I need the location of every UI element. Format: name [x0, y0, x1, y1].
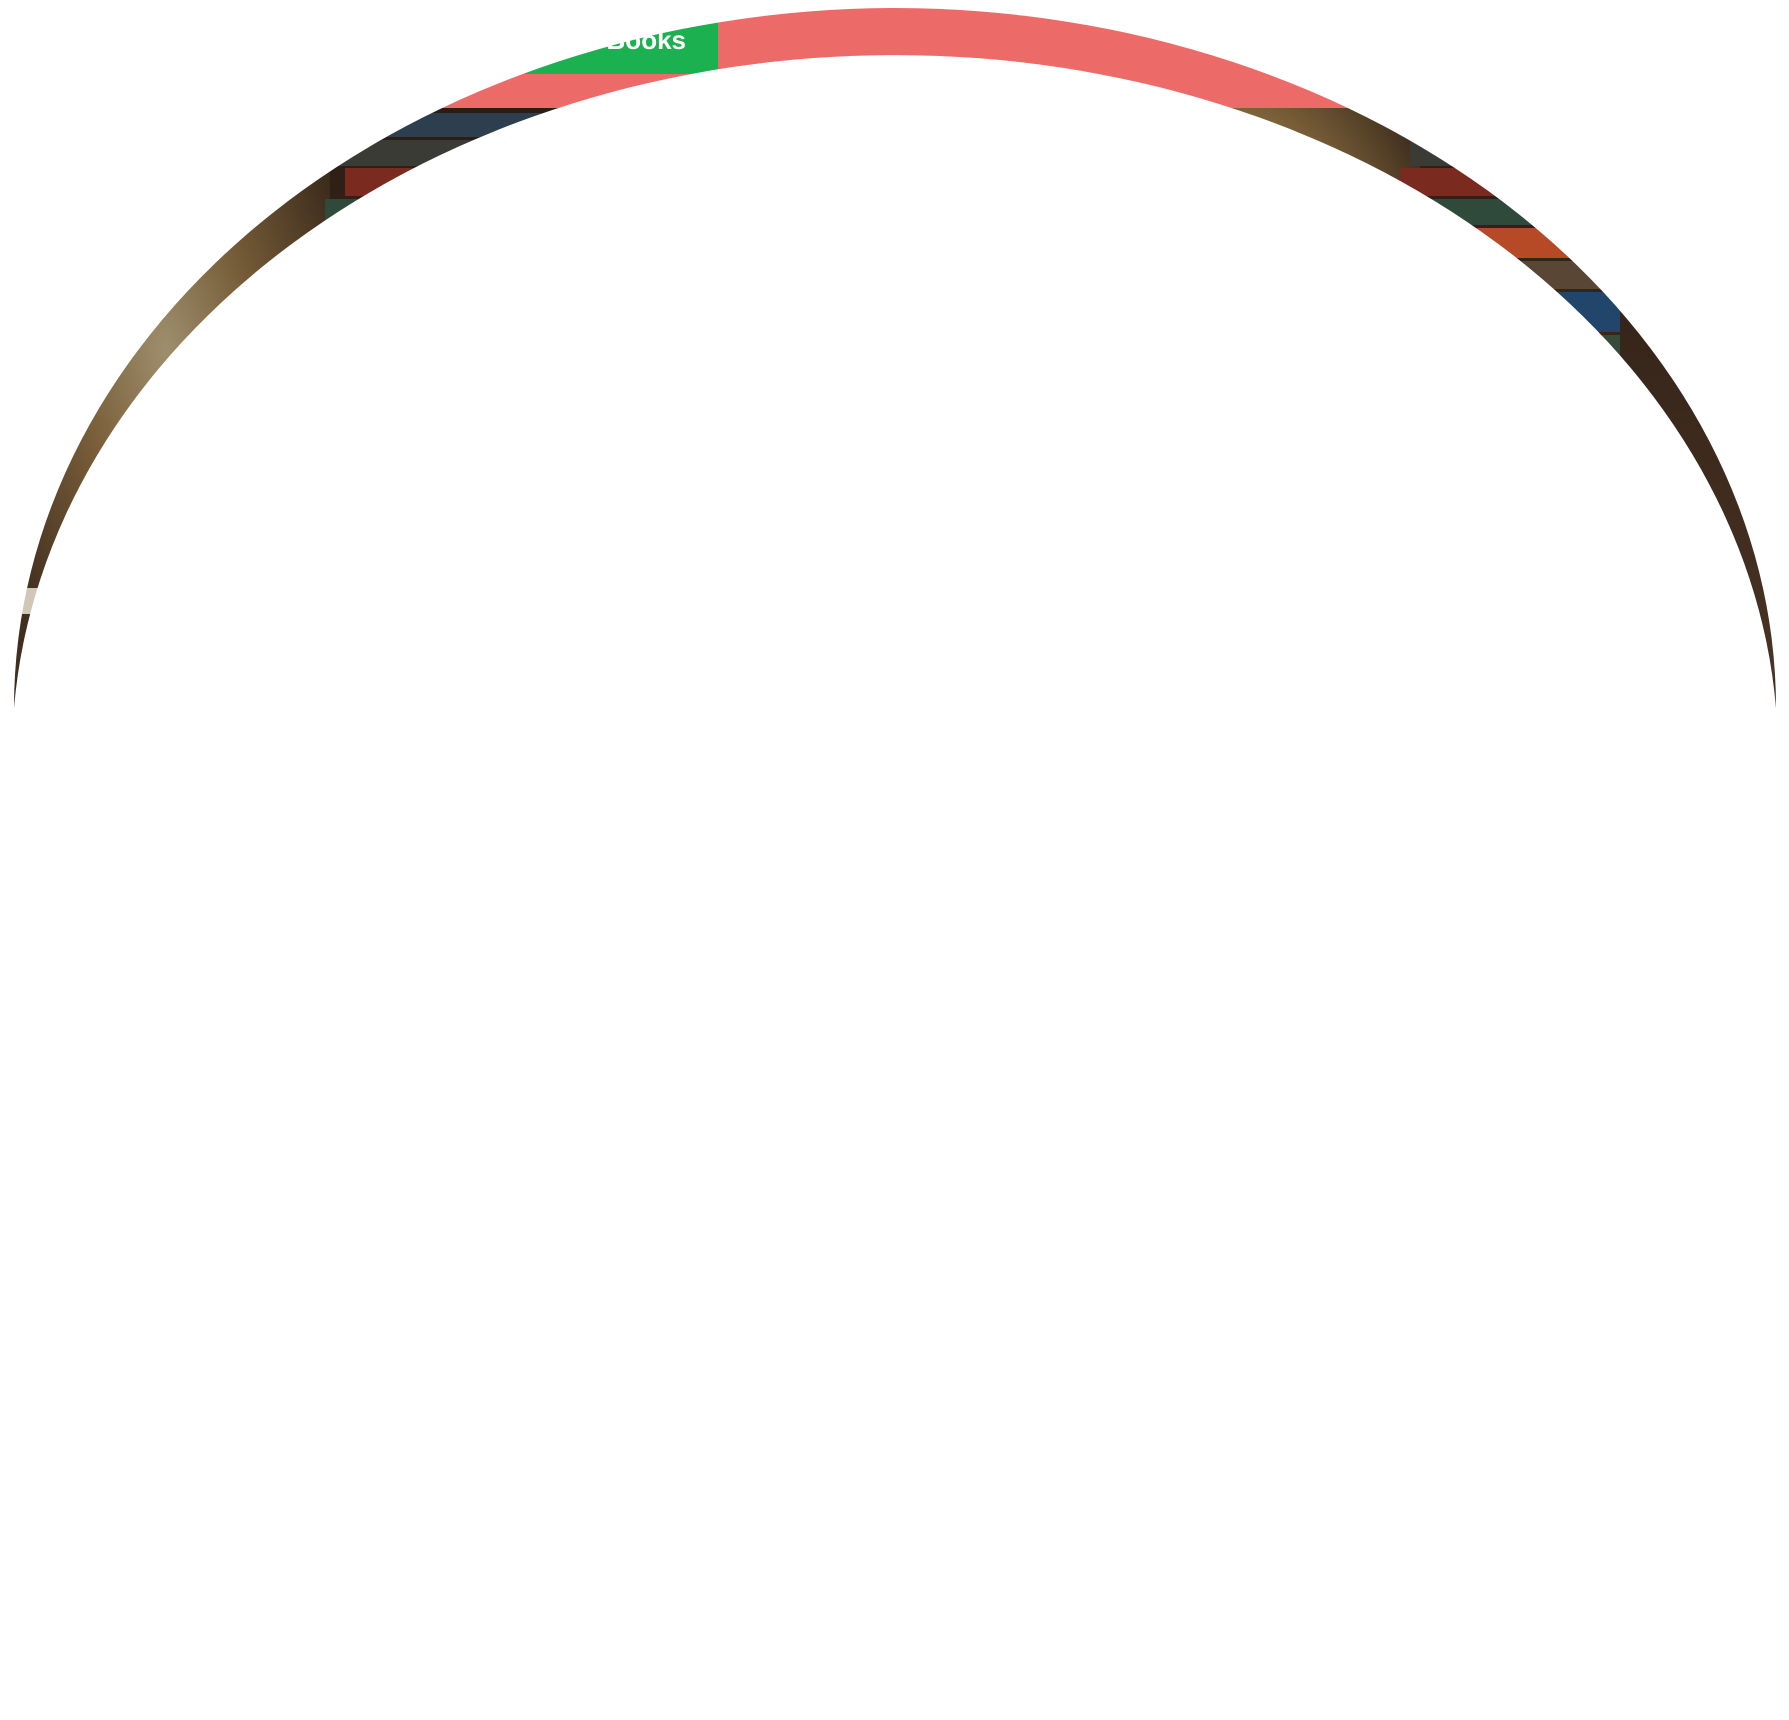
cover-author-fragment: ES [126, 1300, 160, 1331]
cover-title-line4: DISON [12, 1105, 143, 1141]
top-navbar: Books [0, 0, 1789, 108]
view-book-button[interactable]: View Book [292, 1410, 490, 1486]
cover-title-line3: OF [32, 1071, 88, 1107]
hero-banner: Have a look at your favorite books. [0, 108, 1789, 708]
hero-headline: Have a look at your favorite books. [240, 364, 1626, 464]
delete-book-button[interactable]: Delete Book [510, 1410, 730, 1486]
book-description-2: ind-the-scenes look at life on the set o… [300, 1616, 1573, 1696]
book-title: The Bridges of Madison County [272, 949, 969, 1005]
cover-title-line2: RIDGES [0, 1039, 155, 1075]
section-bottom-divider [0, 922, 1789, 924]
section-title: ed Books [0, 799, 165, 855]
book-title-2: ind the Bell [312, 1533, 559, 1589]
nav-books-button[interactable]: Books [518, 0, 718, 74]
cover-title-line1: THE [22, 1005, 108, 1041]
screenshot-stage: Books Have a look at your favorite books… [0, 0, 1789, 1720]
cover-title-line5: NTY [22, 1139, 108, 1175]
cover-banner-line1: GENDARY #1 NEW YORK TIMES [2, 952, 141, 962]
cover-banner-line2: S NOW A BROADWAY MUSICAL! [2, 965, 142, 975]
book-cover-image[interactable]: GENDARY #1 NEW YORK TIMES S NOW A BROADW… [0, 944, 190, 1358]
book-divider [300, 1506, 1490, 1509]
section-top-divider [0, 774, 1789, 776]
book-description: If you've ever experienced the one true … [272, 1030, 1789, 1302]
